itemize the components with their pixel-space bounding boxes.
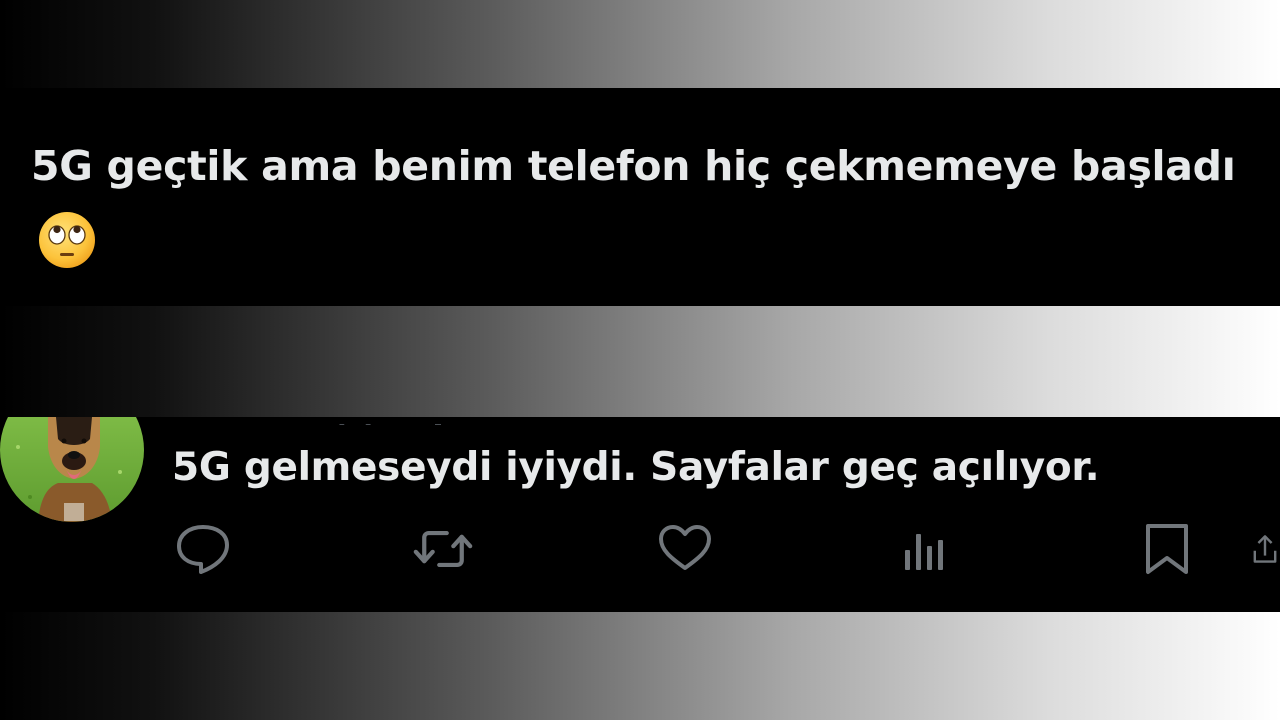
rolling-eyes-emoji-icon [37, 210, 97, 270]
dog-avatar-icon [0, 417, 144, 522]
share-icon [1253, 535, 1277, 563]
heart-icon [659, 525, 711, 570]
comment-icon [177, 525, 229, 574]
bookmark-icon [1146, 524, 1188, 574]
tweet-body: 5G geçtik ama benim telefon hiç çekmemey… [31, 128, 1251, 280]
like-button[interactable] [655, 522, 715, 576]
reply-author-fragment [330, 417, 480, 425]
retweet-icon [413, 530, 473, 568]
share-button[interactable] [1250, 522, 1280, 576]
tweet-text: 5G geçtik ama benim telefon hiç çekmemey… [31, 142, 1236, 190]
retweet-button[interactable] [413, 522, 473, 576]
analytics-icon [905, 534, 943, 570]
reply-button[interactable] [173, 522, 233, 576]
views-button[interactable] [896, 522, 956, 576]
avatar[interactable] [0, 417, 145, 523]
reply-text: 5G gelmeseydi iyiydi. Sayfalar geç açılı… [172, 445, 1100, 490]
bookmark-button[interactable] [1137, 522, 1197, 576]
